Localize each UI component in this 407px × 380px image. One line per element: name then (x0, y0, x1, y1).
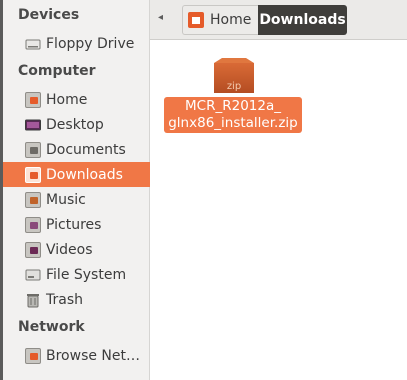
file-name-line-1: MCR_R2012a_ (185, 98, 281, 114)
sidebar-item-trash[interactable]: Trash (3, 287, 150, 312)
browse-network-icon (25, 347, 41, 364)
documents-folder-icon (25, 141, 41, 158)
sidebar-item-label: Videos (46, 241, 93, 258)
sidebar-item-label: Floppy Drive (46, 35, 135, 52)
sidebar-item-label: Music (46, 191, 86, 208)
sidebar-item-pictures[interactable]: Pictures (3, 212, 150, 237)
sidebar-item-label: Desktop (46, 116, 104, 133)
floppy-drive-icon (25, 36, 41, 52)
devices-header: Devices (18, 7, 80, 23)
sidebar-item-browse-network[interactable]: Browse Net… (3, 343, 150, 368)
sidebar-item-label: Pictures (46, 216, 102, 233)
sidebar-item-music[interactable]: Music (3, 187, 150, 212)
breadcrumb-current-label: Downloads (259, 12, 346, 28)
sidebar: Devices Floppy Drive Computer Home Deskt… (0, 0, 150, 380)
sidebar-item-label: Downloads (46, 166, 123, 183)
sidebar-item-documents[interactable]: Documents (3, 137, 150, 162)
videos-folder-icon (25, 241, 41, 258)
sidebar-item-downloads[interactable]: Downloads (3, 162, 150, 187)
sidebar-item-desktop[interactable]: Desktop (3, 112, 150, 137)
pictures-folder-icon (25, 216, 41, 233)
zip-archive-icon[interactable]: zip (212, 57, 256, 95)
back-arrow-icon[interactable]: ◂ (158, 12, 163, 23)
music-folder-icon (25, 191, 41, 208)
sidebar-item-home[interactable]: Home (3, 87, 150, 112)
sidebar-item-label: Browse Net… (46, 347, 141, 364)
home-icon (188, 12, 204, 28)
home-folder-icon (25, 91, 41, 108)
file-system-icon (25, 267, 41, 283)
computer-header: Computer (18, 63, 96, 79)
downloads-folder-icon (25, 166, 41, 183)
sidebar-item-label: Trash (46, 291, 83, 308)
sidebar-item-file-system[interactable]: File System (3, 262, 150, 287)
sidebar-item-label: Home (46, 91, 88, 108)
trash-icon (25, 292, 41, 308)
sidebar-item-floppy-drive[interactable]: Floppy Drive (3, 31, 150, 56)
zip-icon-text: zip (227, 81, 241, 92)
sidebar-item-videos[interactable]: Videos (3, 237, 150, 262)
breadcrumb-downloads-button[interactable]: Downloads (258, 5, 347, 35)
sidebar-item-label: File System (46, 266, 127, 283)
breadcrumb-home-label: Home (210, 12, 252, 28)
breadcrumb-home-button[interactable]: Home (182, 5, 258, 35)
file-name-label[interactable]: MCR_R2012a_ glnx86_installer.zip (164, 97, 302, 133)
network-header: Network (18, 319, 85, 335)
file-name-line-2: glnx86_installer.zip (168, 115, 298, 131)
sidebar-item-label: Documents (46, 141, 126, 158)
desktop-icon (25, 117, 41, 133)
